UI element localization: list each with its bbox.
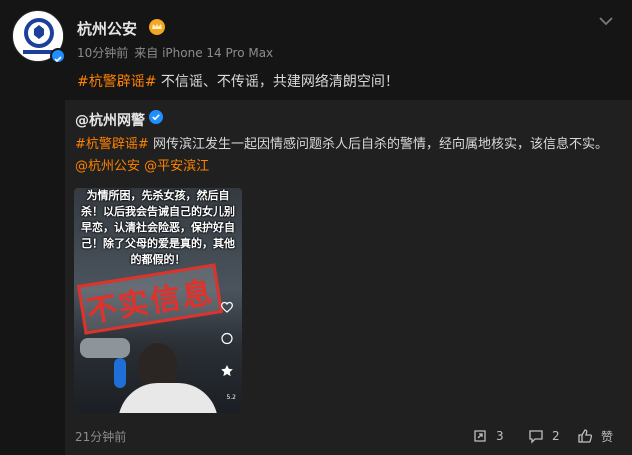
- scooter-shape: [114, 358, 126, 388]
- like-label: 赞: [601, 429, 614, 444]
- post-time[interactable]: 10分钟前: [77, 46, 128, 60]
- stamp-text: 不实信息: [84, 275, 217, 330]
- post-source: 来自 iPhone 14 Pro Max: [134, 46, 274, 60]
- post-header: 杭州公安 10分钟前 来自 iPhone 14 Pro Max: [12, 10, 620, 65]
- repost-button[interactable]: 3: [472, 427, 504, 445]
- repost-text: #杭警辟谣# 网传滨江发生一起因情感问题杀人后自杀的警情，经向属地核实，该信息不…: [75, 134, 620, 178]
- post-hashtag[interactable]: #杭警辟谣#: [77, 74, 156, 90]
- repost-count: 3: [496, 429, 504, 443]
- video-caption: 为情所困，先杀女孩，然后自杀！以后我会告诫自己的女儿别早恋，认清社会险恶，保护好…: [81, 189, 235, 266]
- fake-info-stamp: 不实信息: [76, 263, 224, 335]
- post-actions: 3 2 赞: [472, 427, 622, 445]
- verified-badge-icon: [50, 48, 66, 64]
- person-body-shape: [118, 383, 218, 413]
- mention-link[interactable]: @杭州公安: [75, 159, 140, 174]
- repost-hashtag[interactable]: #杭警辟谣#: [75, 137, 149, 152]
- star-icon[interactable]: [220, 364, 234, 378]
- weibo-post: 杭州公安 10分钟前 来自 iPhone 14 Pro Max #杭警辟谣# 不信…: [0, 0, 632, 455]
- comment-icon: [529, 430, 543, 444]
- comment-icon[interactable]: [220, 332, 234, 346]
- author-name[interactable]: 杭州公安: [77, 18, 137, 39]
- comment-button[interactable]: 2: [528, 427, 560, 445]
- video-side-icons: [220, 300, 236, 396]
- repost-body: 网传滨江发生一起因情感问题杀人后自杀的警情，经向属地核实，该信息不实。: [152, 137, 608, 152]
- verified-badge-icon: [149, 110, 163, 124]
- post-text: #杭警辟谣# 不信谣、不传谣，共建网络清朗空间！: [77, 71, 399, 91]
- repost-author[interactable]: @杭州网警: [75, 110, 145, 130]
- repost-icon: [474, 430, 486, 442]
- chevron-down-icon[interactable]: [596, 14, 616, 28]
- video-thumbnail[interactable]: 为情所困，先杀女孩，然后自杀！以后我会告诫自己的女儿别早恋，认清社会险恶，保护好…: [74, 188, 242, 413]
- like-icon: [578, 429, 593, 443]
- heart-icon[interactable]: [220, 300, 234, 314]
- post-meta: 10分钟前 来自 iPhone 14 Pro Max: [77, 44, 273, 61]
- repost-time[interactable]: 21分钟前: [75, 428, 126, 445]
- comment-count: 2: [552, 429, 560, 443]
- repost-card[interactable]: @杭州网警 #杭警辟谣# 网传滨江发生一起因情感问题杀人后自杀的警情，经向属地核…: [65, 100, 632, 455]
- vip-crown-icon[interactable]: [147, 17, 167, 37]
- like-button[interactable]: 赞: [577, 427, 613, 445]
- car-shape: [80, 338, 130, 358]
- mention-link[interactable]: @平安滨江: [144, 159, 209, 174]
- video-count: 5.2: [226, 394, 236, 401]
- post-body: 不信谣、不传谣，共建网络清朗空间！: [160, 74, 399, 90]
